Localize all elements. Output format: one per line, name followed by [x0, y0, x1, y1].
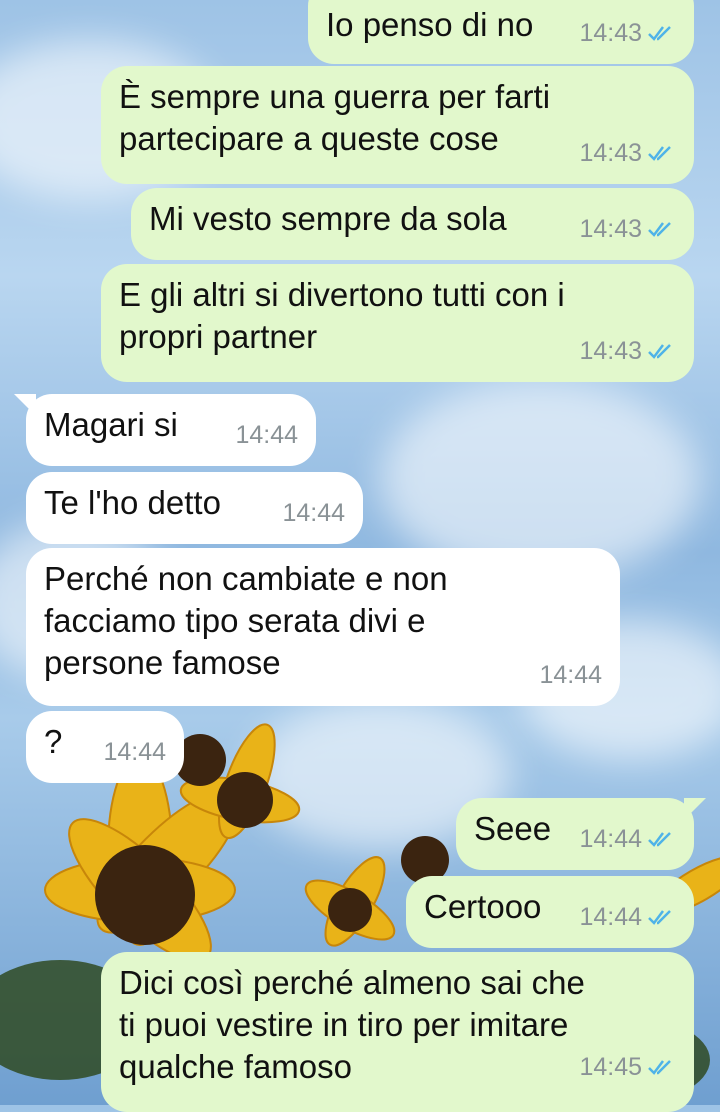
message-bubble-outgoing[interactable]: Certooo 14:44 [406, 876, 694, 948]
message-meta: 14:44 [579, 818, 676, 860]
double-check-icon [648, 910, 671, 925]
double-check-icon [648, 26, 671, 41]
message-meta: 14:44 [539, 654, 602, 696]
message-meta: 14:43 [579, 208, 676, 250]
message-bubble-incoming[interactable]: ? 14:44 [26, 711, 184, 783]
message-meta: 14:44 [579, 896, 676, 938]
message-meta: 14:43 [579, 12, 676, 54]
message-bubble-outgoing[interactable]: È sempre una guerra per farti partecipar… [101, 66, 694, 184]
message-bubble-outgoing[interactable]: Dici così perché almeno sai che ti puoi … [101, 952, 694, 1112]
message-time: 14:43 [579, 337, 642, 365]
message-time: 14:44 [103, 738, 166, 766]
message-meta: 14:43 [579, 132, 676, 174]
message-meta: 14:44 [103, 731, 166, 773]
double-check-icon [648, 1060, 671, 1075]
message-text: Perché non cambiate e non facciamo tipo … [44, 560, 448, 681]
message-time: 14:44 [235, 421, 298, 449]
message-time: 14:43 [579, 215, 642, 243]
message-time: 14:45 [579, 1053, 642, 1081]
message-bubble-outgoing[interactable]: Io penso di no 14:43 [308, 0, 694, 64]
message-bubble-incoming[interactable]: Te l'ho detto 14:44 [26, 472, 363, 544]
message-time: 14:44 [579, 825, 642, 853]
message-time: 14:43 [579, 139, 642, 167]
message-meta: 14:43 [579, 330, 676, 372]
message-meta: 14:45 [579, 1046, 676, 1088]
double-check-icon [648, 222, 671, 237]
message-meta: 14:44 [235, 414, 298, 456]
message-time: 14:44 [539, 661, 602, 689]
message-bubble-outgoing[interactable]: E gli altri si divertono tutti con i pro… [101, 264, 694, 382]
message-bubble-incoming[interactable]: Perché non cambiate e non facciamo tipo … [26, 548, 620, 706]
double-check-icon [648, 832, 671, 847]
message-bubble-outgoing[interactable]: Seee 14:44 [456, 798, 706, 870]
message-bubble-incoming[interactable]: Magari si 14:44 [14, 394, 316, 466]
message-time: 14:44 [579, 903, 642, 931]
message-bubble-outgoing[interactable]: Mi vesto sempre da sola 14:43 [131, 188, 694, 260]
message-meta: 14:44 [282, 492, 345, 534]
message-time: 14:44 [282, 499, 345, 527]
double-check-icon [648, 146, 671, 161]
double-check-icon [648, 344, 671, 359]
message-time: 14:43 [579, 19, 642, 47]
